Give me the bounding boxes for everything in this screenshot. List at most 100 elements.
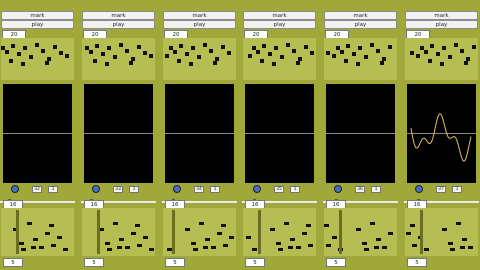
bottom-panel[interactable] <box>405 208 478 256</box>
note-dot[interactable] <box>420 46 424 50</box>
note-dot[interactable] <box>53 45 57 49</box>
dot-panel[interactable] <box>163 38 236 80</box>
note-dot[interactable] <box>11 44 15 48</box>
step-dot[interactable] <box>221 224 226 227</box>
note-dot[interactable] <box>440 62 444 66</box>
note-dot[interactable] <box>454 43 458 47</box>
meter-a-box[interactable]: 35 <box>274 186 284 193</box>
mark-button[interactable]: mark <box>243 11 316 20</box>
step-dot[interactable] <box>284 222 289 225</box>
note-dot[interactable] <box>107 46 111 50</box>
note-dot[interactable] <box>358 46 362 50</box>
step-dot[interactable] <box>57 236 62 239</box>
play-button[interactable]: play <box>405 20 478 29</box>
step-dot[interactable] <box>31 246 36 249</box>
step-dot[interactable] <box>362 242 367 245</box>
step-dot[interactable] <box>278 248 283 251</box>
note-dot[interactable] <box>179 44 183 48</box>
meter-a-box[interactable]: 32 <box>32 186 42 193</box>
note-dot[interactable] <box>21 62 25 66</box>
note-dot[interactable] <box>35 43 39 47</box>
play-button[interactable]: play <box>82 20 155 29</box>
note-dot[interactable] <box>119 43 123 47</box>
play-button[interactable]: play <box>1 20 74 29</box>
note-dot[interactable] <box>274 46 278 50</box>
dot-panel[interactable] <box>82 38 155 80</box>
play-button[interactable]: play <box>243 20 316 29</box>
step-dot[interactable] <box>326 244 331 247</box>
note-dot[interactable] <box>442 46 446 50</box>
note-dot[interactable] <box>23 46 27 50</box>
note-dot[interactable] <box>248 54 252 58</box>
note-dot[interactable] <box>344 59 348 63</box>
step-dot[interactable] <box>356 228 361 231</box>
step-dot[interactable] <box>51 244 56 247</box>
note-dot[interactable] <box>356 62 360 66</box>
meter-b-box[interactable]: 1 <box>210 186 220 193</box>
dot-panel[interactable] <box>1 38 74 80</box>
step-dot[interactable] <box>376 238 381 241</box>
step-dot[interactable] <box>270 228 275 231</box>
note-dot[interactable] <box>1 46 5 50</box>
note-dot[interactable] <box>105 62 109 66</box>
step-dot[interactable] <box>410 224 415 227</box>
step-dot[interactable] <box>135 224 140 227</box>
meter-b-box[interactable]: 1 <box>290 186 300 193</box>
step-dot[interactable] <box>21 248 26 251</box>
bottom-panel[interactable] <box>1 208 74 256</box>
bottom-number-box[interactable]: 5 <box>84 258 104 267</box>
note-dot[interactable] <box>177 59 181 63</box>
note-dot[interactable] <box>336 46 340 50</box>
note-dot[interactable] <box>256 50 260 54</box>
meter-a-box[interactable]: 34 <box>194 186 204 193</box>
step-dot[interactable] <box>191 242 196 245</box>
note-dot[interactable] <box>149 54 153 58</box>
note-dot[interactable] <box>17 52 21 56</box>
step-dot[interactable] <box>364 248 369 251</box>
step-dot[interactable] <box>460 246 465 249</box>
note-dot[interactable] <box>9 59 13 63</box>
speaker-icon[interactable] <box>173 185 181 193</box>
note-dot[interactable] <box>332 54 336 58</box>
note-dot[interactable] <box>370 43 374 47</box>
note-dot[interactable] <box>346 44 350 48</box>
meter-b-box[interactable]: 1 <box>371 186 381 193</box>
note-dot[interactable] <box>280 55 284 59</box>
note-dot[interactable] <box>137 45 141 49</box>
note-dot[interactable] <box>227 51 231 55</box>
step-dot[interactable] <box>193 248 198 251</box>
step-dot[interactable] <box>199 222 204 225</box>
meter-a-box[interactable]: 36 <box>355 186 365 193</box>
step-dot[interactable] <box>117 246 122 249</box>
note-dot[interactable] <box>376 49 380 53</box>
step-dot[interactable] <box>276 242 281 245</box>
note-dot[interactable] <box>93 59 97 63</box>
meter-a-box[interactable]: 37 <box>436 186 446 193</box>
step-dot[interactable] <box>246 236 251 239</box>
note-dot[interactable] <box>65 54 69 58</box>
note-dot[interactable] <box>209 49 213 53</box>
step-dot[interactable] <box>185 228 190 231</box>
step-dot[interactable] <box>229 236 234 239</box>
note-dot[interactable] <box>364 55 368 59</box>
step-dot[interactable] <box>332 236 337 239</box>
note-dot[interactable] <box>260 59 264 63</box>
dot-panel[interactable] <box>324 38 397 80</box>
note-dot[interactable] <box>464 61 468 65</box>
note-dot[interactable] <box>191 46 195 50</box>
bottom-panel[interactable] <box>324 208 397 256</box>
dot-panel[interactable] <box>405 38 478 80</box>
note-dot[interactable] <box>286 43 290 47</box>
note-dot[interactable] <box>352 52 356 56</box>
mark-button[interactable]: mark <box>163 11 236 20</box>
step-dot[interactable] <box>125 246 130 249</box>
step-dot[interactable] <box>63 248 68 251</box>
note-dot[interactable] <box>262 44 266 48</box>
play-button[interactable]: play <box>324 20 397 29</box>
note-dot[interactable] <box>436 52 440 56</box>
step-dot[interactable] <box>406 232 411 235</box>
note-dot[interactable] <box>41 49 45 53</box>
bottom-number-box[interactable]: 5 <box>165 258 185 267</box>
mark-button[interactable]: mark <box>324 11 397 20</box>
note-dot[interactable] <box>185 52 189 56</box>
